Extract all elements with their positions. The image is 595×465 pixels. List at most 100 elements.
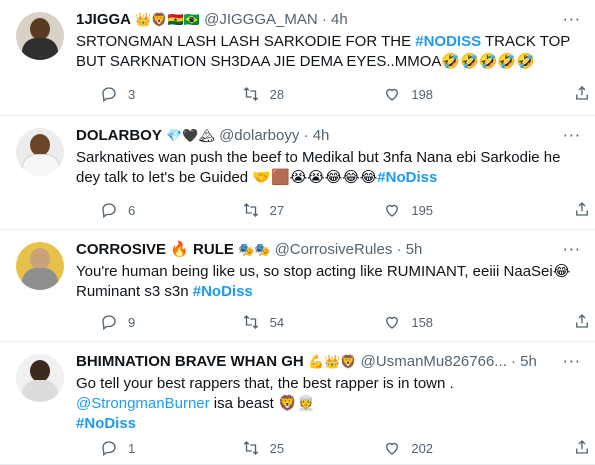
tweet-content: 1JIGGA 👑🦁🇬🇭🇧🇷 @JIGGGA_MAN · 4h ··· SRTON… [76, 10, 581, 72]
reply-button[interactable]: 1 [100, 438, 242, 458]
retweet-icon [243, 87, 258, 101]
heart-icon [386, 204, 399, 217]
hashtag-link[interactable]: #NODISS [415, 33, 481, 50]
avatar-body [22, 154, 60, 176]
tweet-text-line: #NoDiss [76, 414, 581, 434]
reply-button[interactable]: 3 [100, 84, 242, 104]
hashtag-link[interactable]: #NoDiss [193, 283, 253, 300]
hashtag-link[interactable]: #NoDiss [76, 415, 136, 432]
separator-dot: · [510, 353, 516, 370]
tweet-text-start: You're human being like us, so stop acti… [76, 263, 571, 300]
avatar-head [30, 360, 50, 382]
like-count: 202 [411, 440, 434, 456]
tweet-text: You're human being like us, so stop acti… [76, 262, 581, 302]
user-handle[interactable]: @JIGGGA_MAN [204, 11, 318, 28]
retweet-count: 28 [269, 86, 285, 102]
user-handle[interactable]: @CorrosiveRules [275, 241, 393, 258]
more-options-icon[interactable]: ··· [563, 240, 581, 260]
mention-link[interactable]: @StrongmanBurner [76, 395, 210, 412]
retweet-button[interactable]: 27 [242, 200, 384, 220]
tweet-text: Sarknatives wan push the beef to Medikal… [76, 148, 581, 188]
like-count: 198 [411, 86, 434, 102]
more-options-icon[interactable]: ··· [563, 126, 581, 146]
like-count: 158 [411, 314, 434, 330]
display-name[interactable]: DOLARBOY [76, 127, 162, 144]
like-button[interactable]: 202 [383, 438, 525, 458]
tweet-actions: 9 54 158 [100, 312, 525, 332]
retweet-icon [243, 441, 258, 455]
tweet-content: CORROSIVE 🔥 RULE 🎭🎭 @CorrosiveRules · 5h… [76, 240, 581, 302]
retweet-button[interactable]: 54 [242, 312, 384, 332]
name-badges: 💪👑🦁 [307, 355, 357, 370]
name-badges: 💎🖤🏔 [166, 129, 215, 144]
tweet-text-line: @StrongmanBurner isa beast 🦁👳 [76, 394, 581, 414]
share-button[interactable] [573, 84, 591, 107]
share-icon [576, 86, 588, 100]
tweet-text-line: Go tell your best rappers that, the best… [76, 375, 454, 392]
retweet-icon [243, 315, 258, 329]
retweet-count: 27 [269, 202, 285, 218]
heart-icon [386, 88, 399, 101]
display-name[interactable]: BHIMNATION BRAVE WHAN GH [76, 353, 304, 370]
display-name[interactable]: CORROSIVE 🔥 RULE [76, 241, 234, 258]
tweet-item[interactable]: DOLARBOY 💎🖤🏔 @dolarboyy · 4h ··· Sarknat… [0, 116, 595, 230]
share-button[interactable] [573, 200, 591, 223]
avatar[interactable] [16, 128, 64, 176]
tweet-text-start: SRTONGMAN LASH LASH SARKODIE FOR THE [76, 33, 416, 50]
reply-count: 1 [128, 440, 136, 456]
timestamp[interactable]: 4h [331, 11, 348, 28]
reply-button[interactable]: 6 [100, 200, 242, 220]
tweet-header: BHIMNATION BRAVE WHAN GH 💪👑🦁 @UsmanMu826… [76, 352, 581, 372]
tweet-item[interactable]: 1JIGGA 👑🦁🇬🇭🇧🇷 @JIGGGA_MAN · 4h ··· SRTON… [0, 0, 595, 116]
share-button[interactable] [573, 438, 591, 461]
like-button[interactable]: 158 [383, 312, 525, 332]
tweet-header: 1JIGGA 👑🦁🇬🇭🇧🇷 @JIGGGA_MAN · 4h ··· [76, 10, 581, 30]
separator-dot: · [396, 241, 402, 258]
like-button[interactable]: 198 [383, 84, 525, 104]
like-button[interactable]: 195 [383, 200, 525, 220]
timestamp[interactable]: 5h [406, 241, 423, 258]
timestamp[interactable]: 4h [313, 127, 330, 144]
tweet-actions: 3 28 198 [100, 84, 525, 104]
avatar-head [30, 18, 50, 40]
share-icon [576, 440, 588, 454]
tweet-header: CORROSIVE 🔥 RULE 🎭🎭 @CorrosiveRules · 5h… [76, 240, 581, 260]
retweet-count: 54 [269, 314, 285, 330]
reply-button[interactable]: 9 [100, 312, 242, 332]
display-name[interactable]: 1JIGGA [76, 11, 131, 28]
avatar[interactable] [16, 242, 64, 290]
avatar-head [30, 248, 50, 270]
avatar-body [22, 38, 58, 60]
tweet-header: DOLARBOY 💎🖤🏔 @dolarboyy · 4h ··· [76, 126, 581, 146]
avatar[interactable] [16, 354, 64, 402]
reply-count: 3 [128, 86, 136, 102]
hashtag-link[interactable]: #NoDiss [377, 169, 437, 186]
name-badges: 🎭🎭 [238, 243, 271, 258]
tweet-text-end: isa beast 🦁👳 [209, 395, 316, 412]
user-handle[interactable]: @UsmanMu826766... [361, 353, 507, 370]
more-options-icon[interactable]: ··· [563, 10, 581, 30]
reply-count: 6 [128, 202, 136, 218]
timestamp[interactable]: 5h [520, 353, 537, 370]
avatar-body [22, 380, 58, 402]
retweet-button[interactable]: 28 [242, 84, 384, 104]
separator-dot: · [303, 127, 309, 144]
avatar-head [30, 134, 50, 156]
retweet-count: 25 [269, 440, 285, 456]
retweet-button[interactable]: 25 [242, 438, 384, 458]
reply-count: 9 [128, 314, 136, 330]
share-button[interactable] [573, 312, 591, 335]
retweet-icon [243, 203, 258, 217]
more-options-icon[interactable]: ··· [563, 352, 581, 372]
tweet-item[interactable]: BHIMNATION BRAVE WHAN GH 💪👑🦁 @UsmanMu826… [0, 342, 595, 465]
avatar[interactable] [16, 12, 64, 60]
tweet-actions: 1 25 202 [100, 438, 525, 458]
reply-icon [102, 87, 116, 103]
separator-dot: · [321, 11, 327, 28]
tweet-text: SRTONGMAN LASH LASH SARKODIE FOR THE #NO… [76, 32, 581, 72]
user-handle[interactable]: @dolarboyy [219, 127, 299, 144]
reply-icon [102, 441, 116, 457]
tweet-item[interactable]: CORROSIVE 🔥 RULE 🎭🎭 @CorrosiveRules · 5h… [0, 230, 595, 342]
share-icon [576, 202, 588, 216]
tweet-content: DOLARBOY 💎🖤🏔 @dolarboyy · 4h ··· Sarknat… [76, 126, 581, 188]
